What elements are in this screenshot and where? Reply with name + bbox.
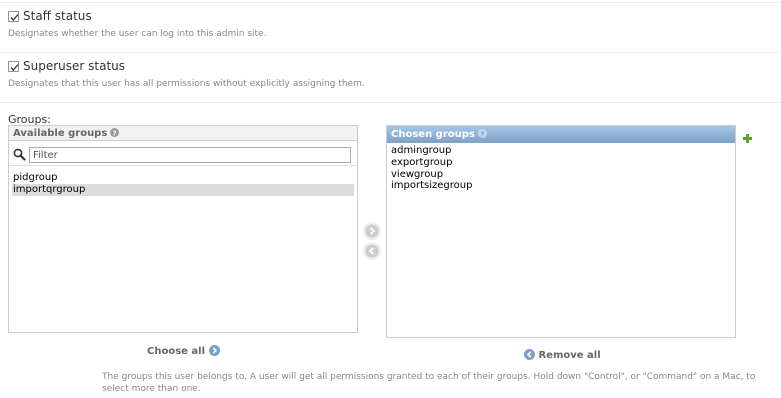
- superuser-status-help: Designates that this user has all permis…: [8, 79, 365, 89]
- staff-status-help: Designates whether the user can log into…: [8, 29, 267, 39]
- chosen-group-option[interactable]: admingroup: [390, 145, 451, 157]
- arrow-left-icon: [365, 244, 379, 258]
- row-separator: [0, 52, 781, 53]
- remove-all-link[interactable]: Remove all: [524, 349, 601, 361]
- filter-input[interactable]: [29, 147, 351, 163]
- chosen-group-option[interactable]: importsizegroup: [390, 180, 472, 192]
- staff-status-checkbox[interactable]: [8, 11, 19, 22]
- filter-row: [9, 142, 357, 166]
- svg-text:?: ?: [113, 129, 117, 137]
- plus-icon: [743, 134, 752, 143]
- chosen-groups-header: Chosen groups?: [387, 126, 735, 143]
- add-group-button[interactable]: [363, 222, 381, 240]
- check-icon: [10, 14, 19, 21]
- available-group-option[interactable]: pidgroup: [12, 172, 58, 184]
- row-separator: [0, 102, 781, 103]
- available-groups-title: Available groups: [13, 128, 108, 139]
- arrow-left-icon: [524, 349, 535, 360]
- available-groups-header: Available groups?: [9, 126, 357, 141]
- check-icon: [10, 64, 19, 71]
- choose-all-label: Choose all: [147, 346, 206, 357]
- remove-all-label: Remove all: [538, 350, 601, 361]
- add-group-link[interactable]: [743, 128, 752, 147]
- search-icon: [13, 146, 26, 165]
- superuser-status-checkbox[interactable]: [8, 61, 19, 72]
- svg-text:?: ?: [480, 130, 484, 138]
- available-group-option[interactable]: importqrgroup: [12, 184, 354, 196]
- superuser-status-label[interactable]: Superuser status: [23, 59, 125, 73]
- question-icon[interactable]: ?: [110, 127, 120, 142]
- groups-help: The groups this user belongs to. A user …: [102, 372, 756, 394]
- row-separator: [0, 2, 781, 3]
- chosen-group-option[interactable]: exportgroup: [390, 157, 452, 169]
- choose-all-link[interactable]: Choose all: [147, 345, 220, 357]
- chosen-groups-box: Chosen groups? admingroup exportgroup vi…: [386, 125, 736, 338]
- chosen-groups-title: Chosen groups: [391, 129, 475, 140]
- question-icon[interactable]: ?: [477, 127, 487, 144]
- staff-status-label[interactable]: Staff status: [23, 9, 92, 23]
- remove-group-button[interactable]: [363, 242, 381, 260]
- arrow-right-icon: [365, 224, 379, 238]
- available-groups-box: Available groups? pidgroup importqrgroup: [8, 125, 358, 333]
- arrow-right-icon: [208, 345, 220, 356]
